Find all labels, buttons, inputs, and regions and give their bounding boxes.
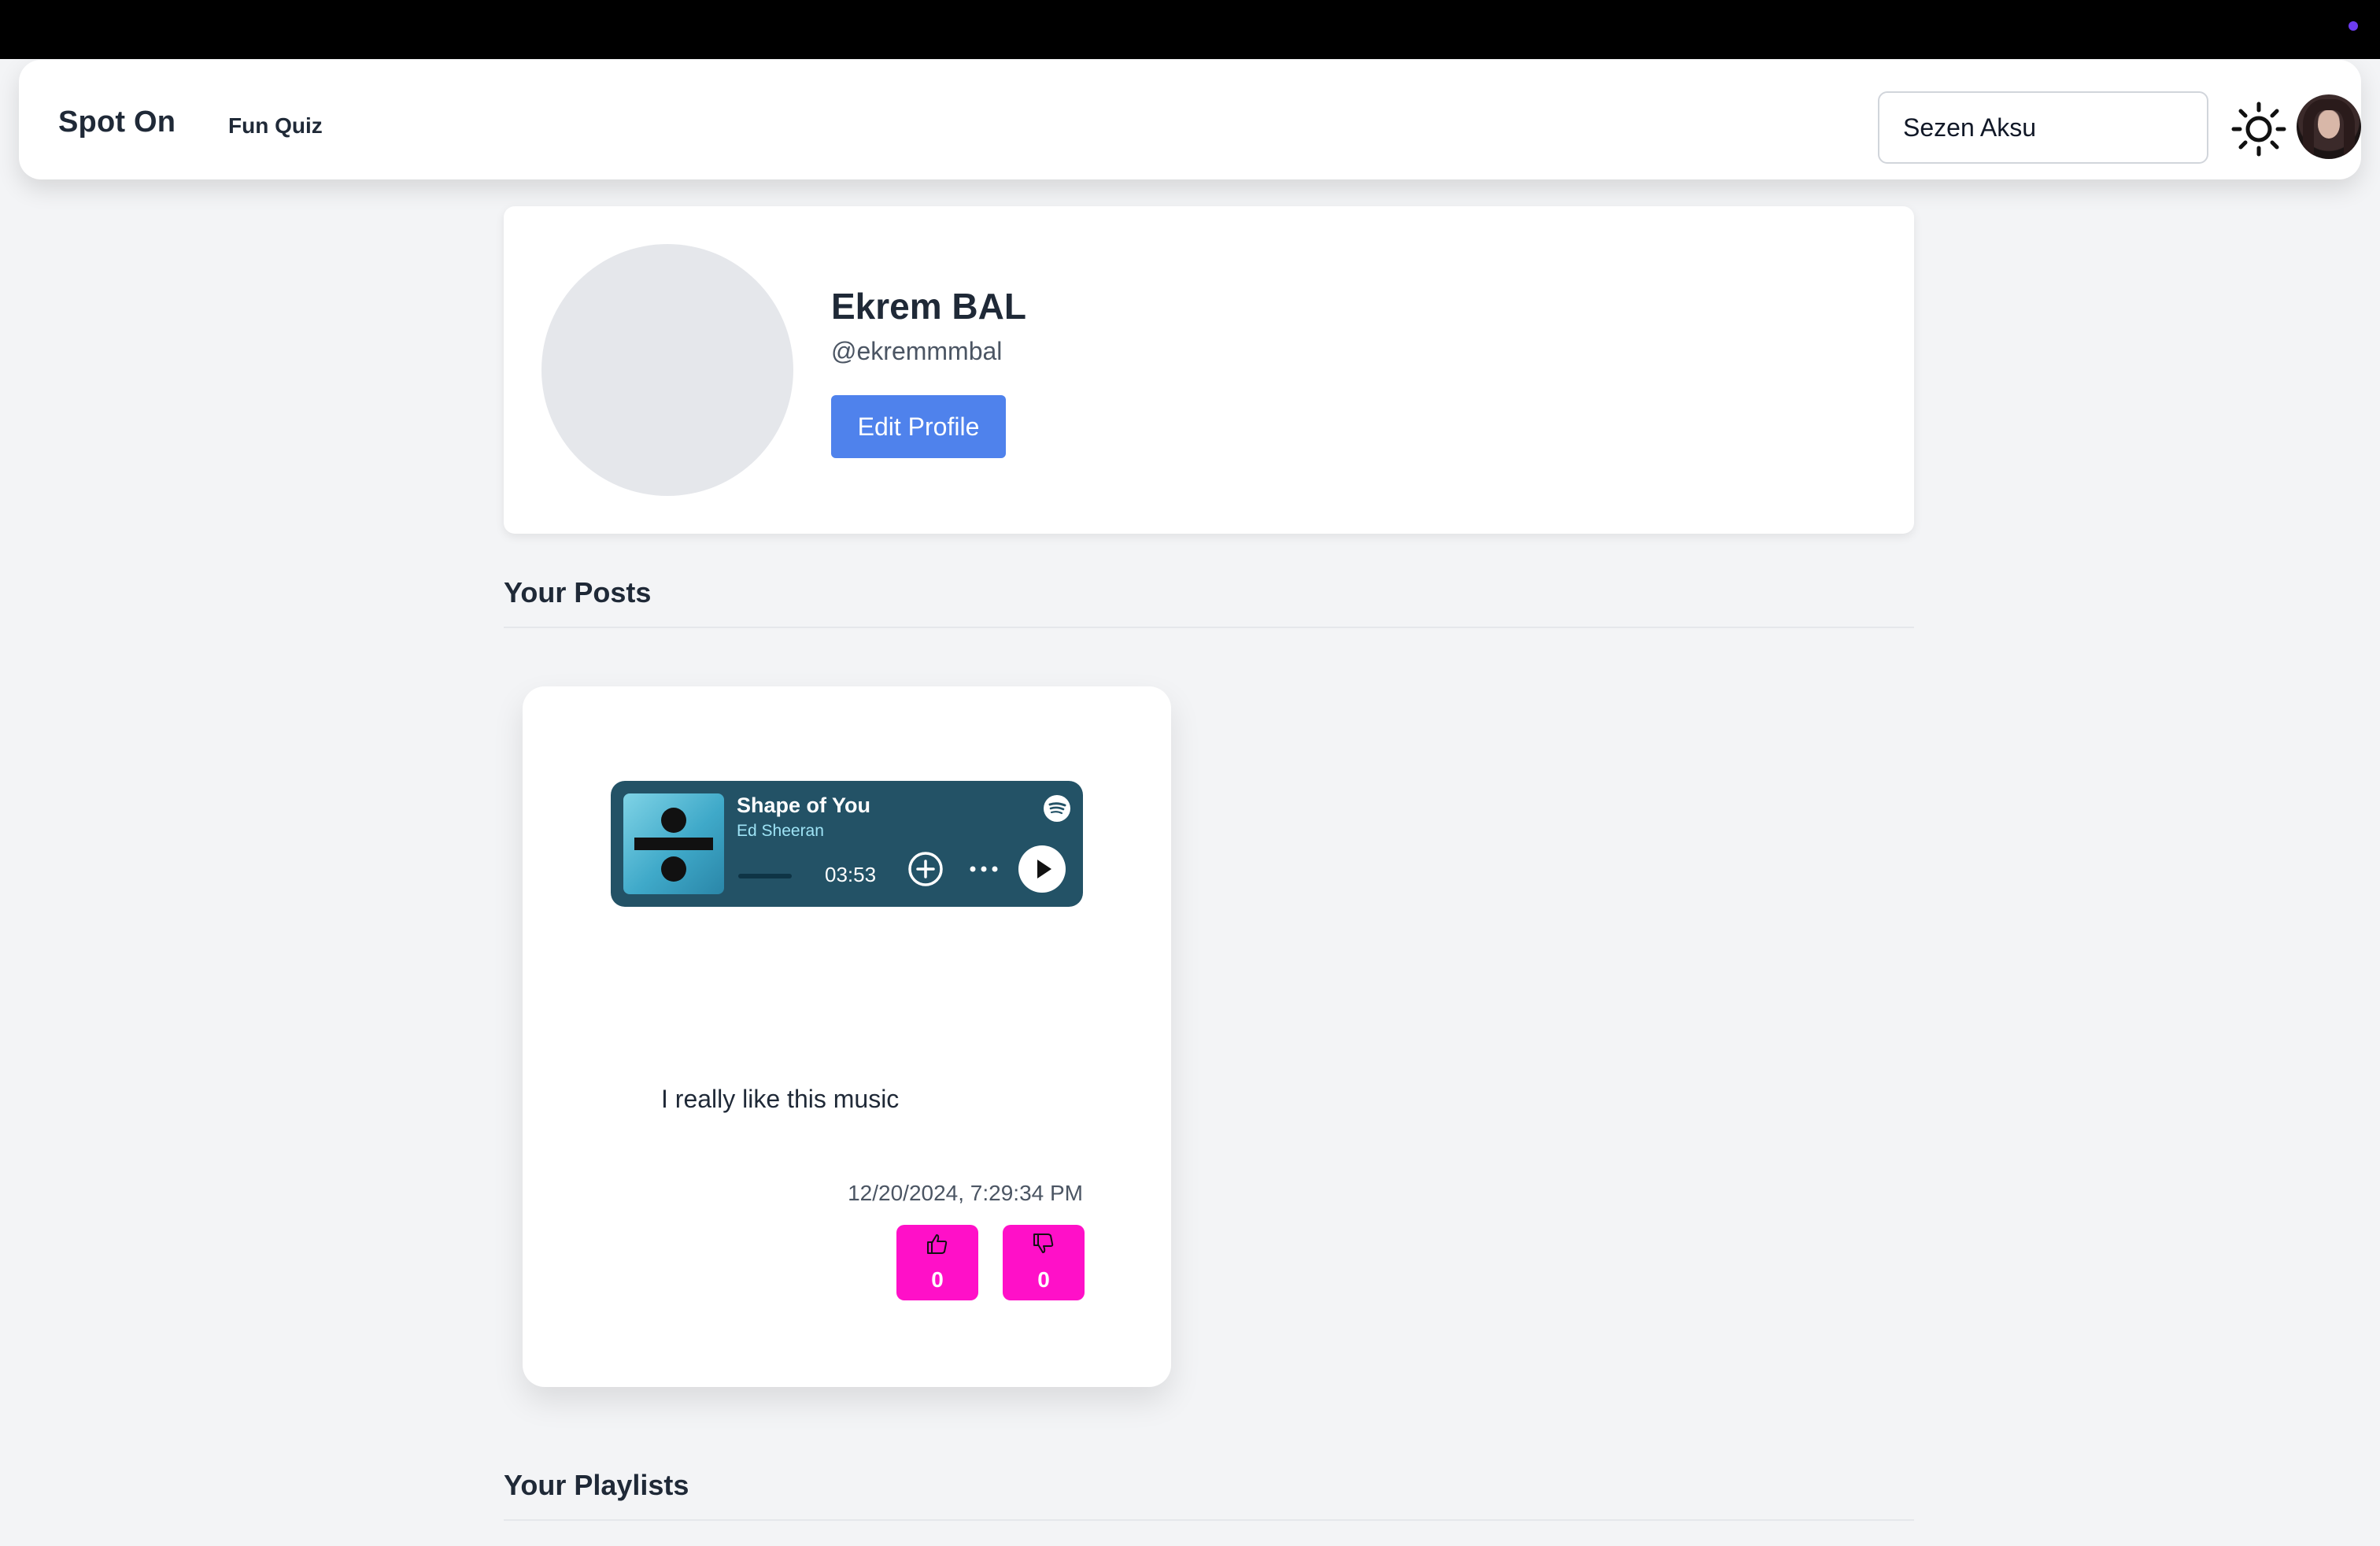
profile-card: Ekrem BAL @ekremmmbal Edit Profile — [504, 206, 1914, 534]
profile-name: Ekrem BAL — [831, 286, 1026, 327]
album-dot-top — [661, 808, 686, 833]
edit-profile-button[interactable]: Edit Profile — [831, 395, 1006, 458]
search-input[interactable] — [1878, 91, 2208, 164]
profile-handle: @ekremmmbal — [831, 337, 1003, 365]
avatar-face — [2318, 110, 2340, 139]
status-dot — [2349, 21, 2358, 31]
like-count: 0 — [931, 1267, 944, 1292]
top-bar — [0, 0, 2380, 59]
album-dot-bottom — [661, 856, 686, 882]
thumbs-up-icon — [927, 1234, 948, 1254]
dislike-button[interactable]: 0 — [1003, 1225, 1085, 1300]
sun-icon[interactable] — [2230, 101, 2287, 157]
thumbs-down-icon — [1033, 1233, 1054, 1253]
nav-link-fun-quiz[interactable]: Fun Quiz — [228, 113, 323, 139]
more-icon[interactable] — [968, 860, 1000, 878]
profile-picture[interactable] — [541, 244, 793, 496]
album-cover — [623, 793, 724, 894]
user-avatar[interactable] — [2297, 94, 2361, 159]
track-artist[interactable]: Ed Sheeran — [737, 822, 824, 841]
add-icon[interactable] — [907, 850, 944, 888]
post-text: I really like this music — [661, 1085, 900, 1113]
posts-section-title: Your Posts — [504, 576, 652, 608]
spotify-player[interactable]: Shape of You Ed Sheeran 03:53 — [611, 781, 1083, 907]
play-button[interactable] — [1018, 845, 1066, 893]
like-button[interactable]: 0 — [896, 1225, 978, 1300]
post-date: 12/20/2024, 7:29:34 PM — [848, 1181, 1083, 1205]
post-card: Shape of You Ed Sheeran 03:53 I really l… — [523, 686, 1171, 1387]
playlists-section-title: Your Playlists — [504, 1469, 689, 1501]
dislike-count: 0 — [1037, 1267, 1050, 1292]
progress-bar[interactable] — [738, 874, 792, 878]
navbar: Spot On Fun Quiz — [19, 60, 2361, 179]
playlists-divider — [504, 1519, 1914, 1521]
spotify-icon[interactable] — [1044, 795, 1070, 822]
track-title[interactable]: Shape of You — [737, 793, 870, 818]
brand-logo[interactable]: Spot On — [58, 105, 176, 139]
track-duration: 03:53 — [825, 863, 877, 886]
posts-divider — [504, 627, 1914, 628]
play-icon — [1037, 860, 1051, 878]
album-bar — [634, 838, 713, 850]
